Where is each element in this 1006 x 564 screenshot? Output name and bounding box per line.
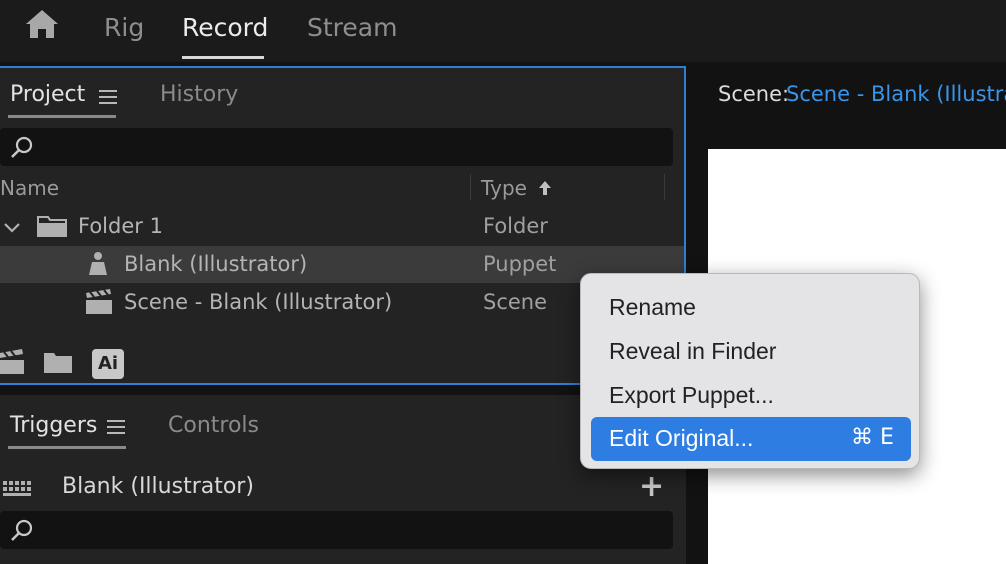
tab-project[interactable]: Project <box>10 82 85 107</box>
puppet-icon <box>89 252 107 275</box>
item-name: Blank (Illustrator) <box>124 252 308 276</box>
column-divider[interactable] <box>664 174 665 200</box>
item-name: Folder 1 <box>78 214 163 238</box>
trigger-puppet-name: Blank (Illustrator) <box>62 474 254 499</box>
column-header-name[interactable]: Name <box>0 176 59 200</box>
add-trigger-button[interactable]: + <box>639 469 664 504</box>
folder-icon <box>37 216 67 237</box>
sort-ascending-icon <box>539 181 552 195</box>
menu-item-label: Edit Original... <box>609 425 754 451</box>
clapperboard-icon <box>86 289 112 314</box>
item-type: Folder <box>483 214 548 238</box>
item-name: Scene - Blank (Illustrator) <box>124 290 393 314</box>
new-scene-icon[interactable] <box>0 347 24 375</box>
project-search-input[interactable] <box>0 128 673 166</box>
menu-item-label: Export Puppet... <box>609 382 774 408</box>
new-folder-icon[interactable] <box>43 350 73 376</box>
triggers-tab-indicator <box>8 446 126 449</box>
tab-history[interactable]: History <box>160 82 238 107</box>
column-header-type[interactable]: Type <box>481 176 553 200</box>
active-tab-indicator <box>182 56 264 59</box>
project-panel-menu-icon[interactable] <box>99 90 117 104</box>
workspace-tab-rig[interactable]: Rig <box>104 13 144 42</box>
scene-name-link[interactable]: Scene - Blank (Illustrator) <box>786 82 1006 106</box>
search-icon <box>11 136 33 158</box>
keyboard-icon <box>3 481 31 496</box>
menu-item-shortcut: ⌘ E <box>851 425 894 450</box>
tab-triggers[interactable]: Triggers <box>10 413 97 438</box>
workspace-tab-record[interactable]: Record <box>182 13 268 42</box>
workspace-bar: Rig Record Stream <box>0 0 1006 62</box>
project-tab-indicator <box>8 115 116 118</box>
triggers-panel-menu-icon[interactable] <box>107 420 125 434</box>
column-divider[interactable] <box>470 174 471 200</box>
item-type: Scene <box>483 290 548 314</box>
import-illustrator-button[interactable]: Ai <box>92 349 124 379</box>
scene-label: Scene: <box>718 82 790 106</box>
project-item-folder-1[interactable]: Folder 1 Folder <box>0 208 684 245</box>
chevron-down-icon[interactable] <box>3 222 21 234</box>
menu-item-edit-original[interactable]: Edit Original... ⌘ E <box>591 417 911 461</box>
menu-item-label: Rename <box>609 294 696 320</box>
workspace-tab-stream[interactable]: Stream <box>307 13 397 42</box>
menu-item-export-puppet[interactable]: Export Puppet... <box>591 374 911 418</box>
menu-item-reveal-in-finder[interactable]: Reveal in Finder <box>591 330 911 374</box>
search-icon <box>11 519 33 541</box>
menu-item-label: Reveal in Finder <box>609 338 777 364</box>
tab-controls[interactable]: Controls <box>168 413 259 438</box>
home-icon[interactable] <box>24 8 60 40</box>
menu-item-rename[interactable]: Rename <box>591 286 911 330</box>
item-type: Puppet <box>483 252 557 276</box>
triggers-search-input[interactable] <box>0 511 673 549</box>
context-menu: Rename Reveal in Finder Export Puppet...… <box>580 273 920 469</box>
